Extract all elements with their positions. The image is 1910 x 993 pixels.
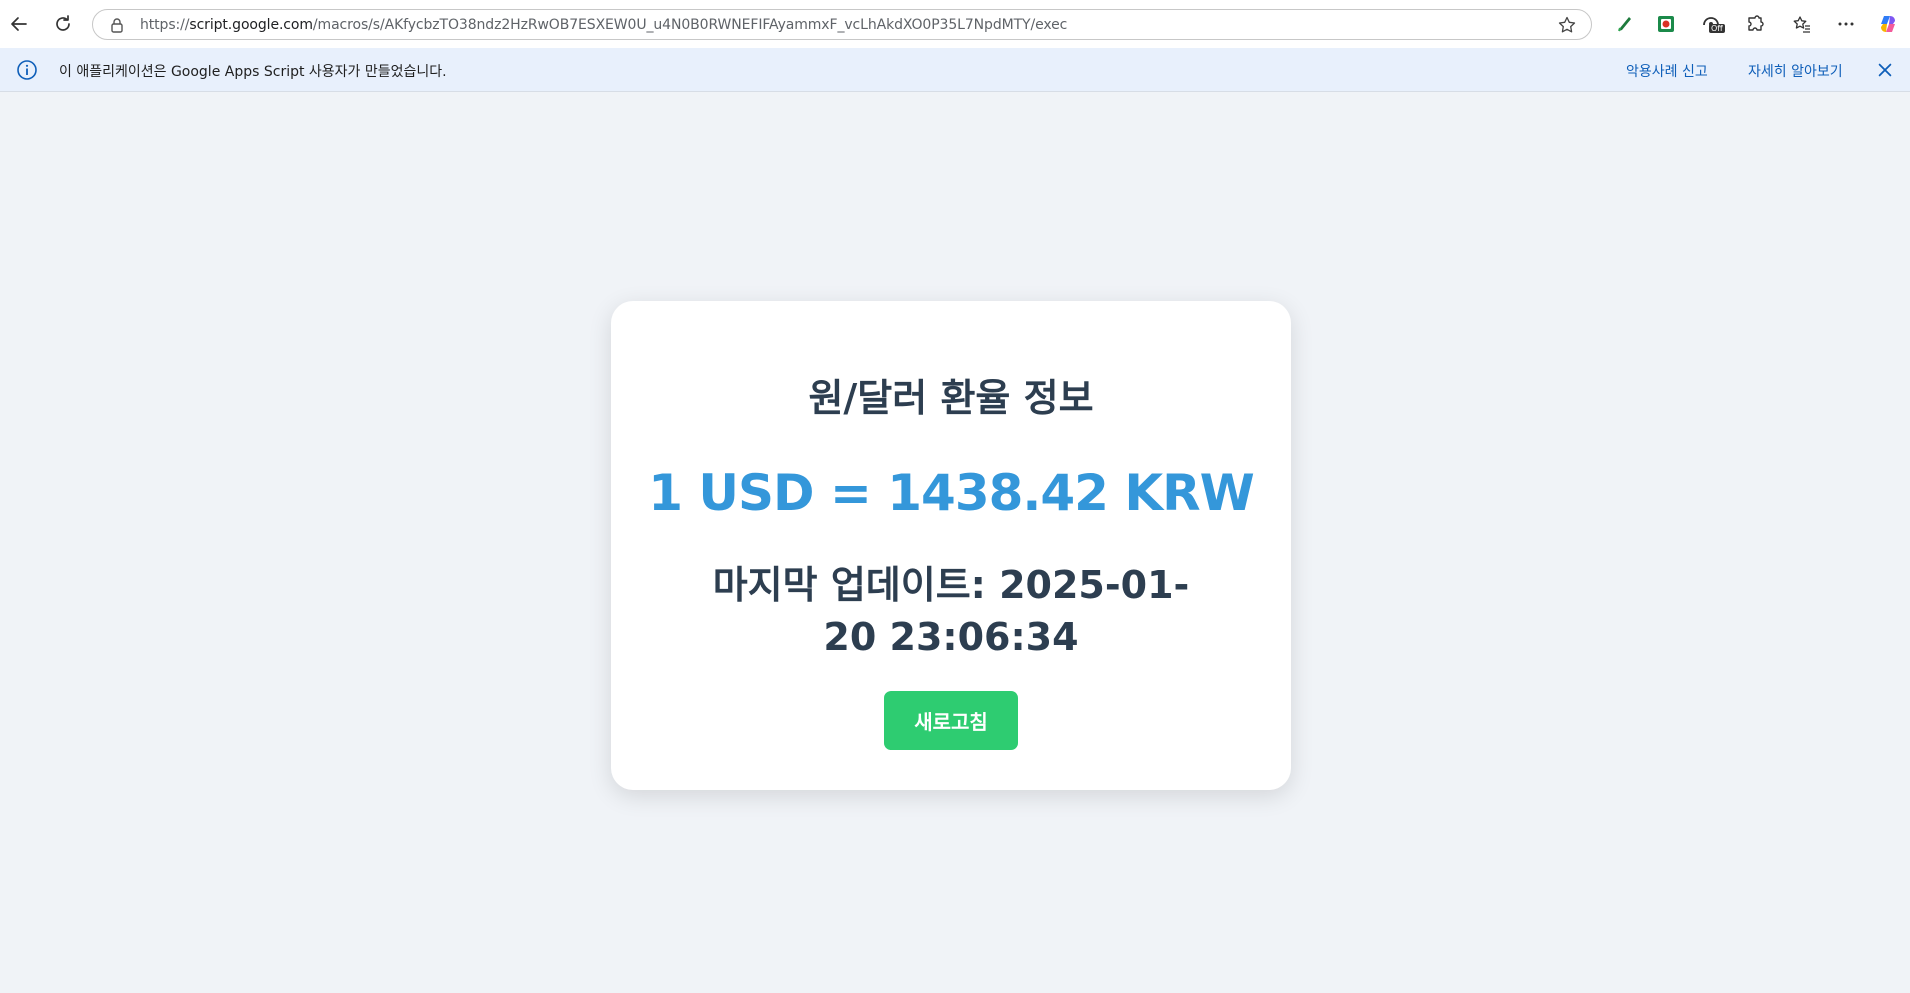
close-icon [1878,63,1892,77]
info-icon [17,60,37,80]
lock-icon[interactable] [108,16,126,34]
extensions-button[interactable] [1743,12,1767,36]
favorite-star-icon[interactable] [1557,15,1577,35]
report-abuse-link[interactable]: 악용사례 신고 [1626,61,1708,81]
refresh-button[interactable]: 새로고침 [884,691,1018,750]
copilot-icon [1881,16,1895,32]
more-icon [1838,22,1854,26]
extensions-icon [1748,15,1764,31]
off-badge: Off [1709,24,1725,33]
favorites-list-icon [1793,16,1810,33]
record-extension-button[interactable] [1654,12,1678,36]
back-button[interactable] [4,9,34,39]
off-extension-button[interactable]: Off [1699,12,1725,36]
learn-more-link[interactable]: 자세히 알아보기 [1748,61,1843,81]
more-button[interactable] [1834,12,1858,36]
close-infobar-button[interactable] [1873,58,1897,82]
url-host: script.google.com [189,17,313,33]
reload-button[interactable] [48,9,78,39]
info-message: 이 애플리케이션은 Google Apps Script 사용자가 만들었습니다… [59,64,447,80]
info-bar: 이 애플리케이션은 Google Apps Script 사용자가 만들었습니다… [0,48,1910,92]
exchange-rate-value: 1 USD = 1438.42 KRW [648,464,1255,522]
pen-extension-icon [1618,17,1631,32]
record-extension-icon [1658,16,1674,32]
browser-toolbar: https://script.google.com/macros/s/AKfyc… [0,0,1910,48]
url-text[interactable]: https://script.google.com/macros/s/AKfyc… [140,17,1067,33]
favorites-list-button[interactable] [1790,12,1814,36]
address-bar[interactable]: https://script.google.com/macros/s/AKfyc… [92,9,1592,40]
card-title: 원/달러 환율 정보 [808,376,1094,420]
pen-extension-button[interactable] [1612,12,1636,36]
last-updated-text: 마지막 업데이트: 2025-01-20 23:06:34 [712,563,1190,659]
url-prefix: https:// [140,17,190,33]
exchange-rate-card: 원/달러 환율 정보 1 USD = 1438.42 KRW 마지막 업데이트:… [611,301,1291,790]
reload-icon [56,15,70,31]
back-icon [11,17,27,31]
url-path: /macros/s/AKfycbzTO38ndz2HzRwOB7ESXEW0U_… [312,17,1068,33]
copilot-button[interactable] [1876,12,1900,36]
